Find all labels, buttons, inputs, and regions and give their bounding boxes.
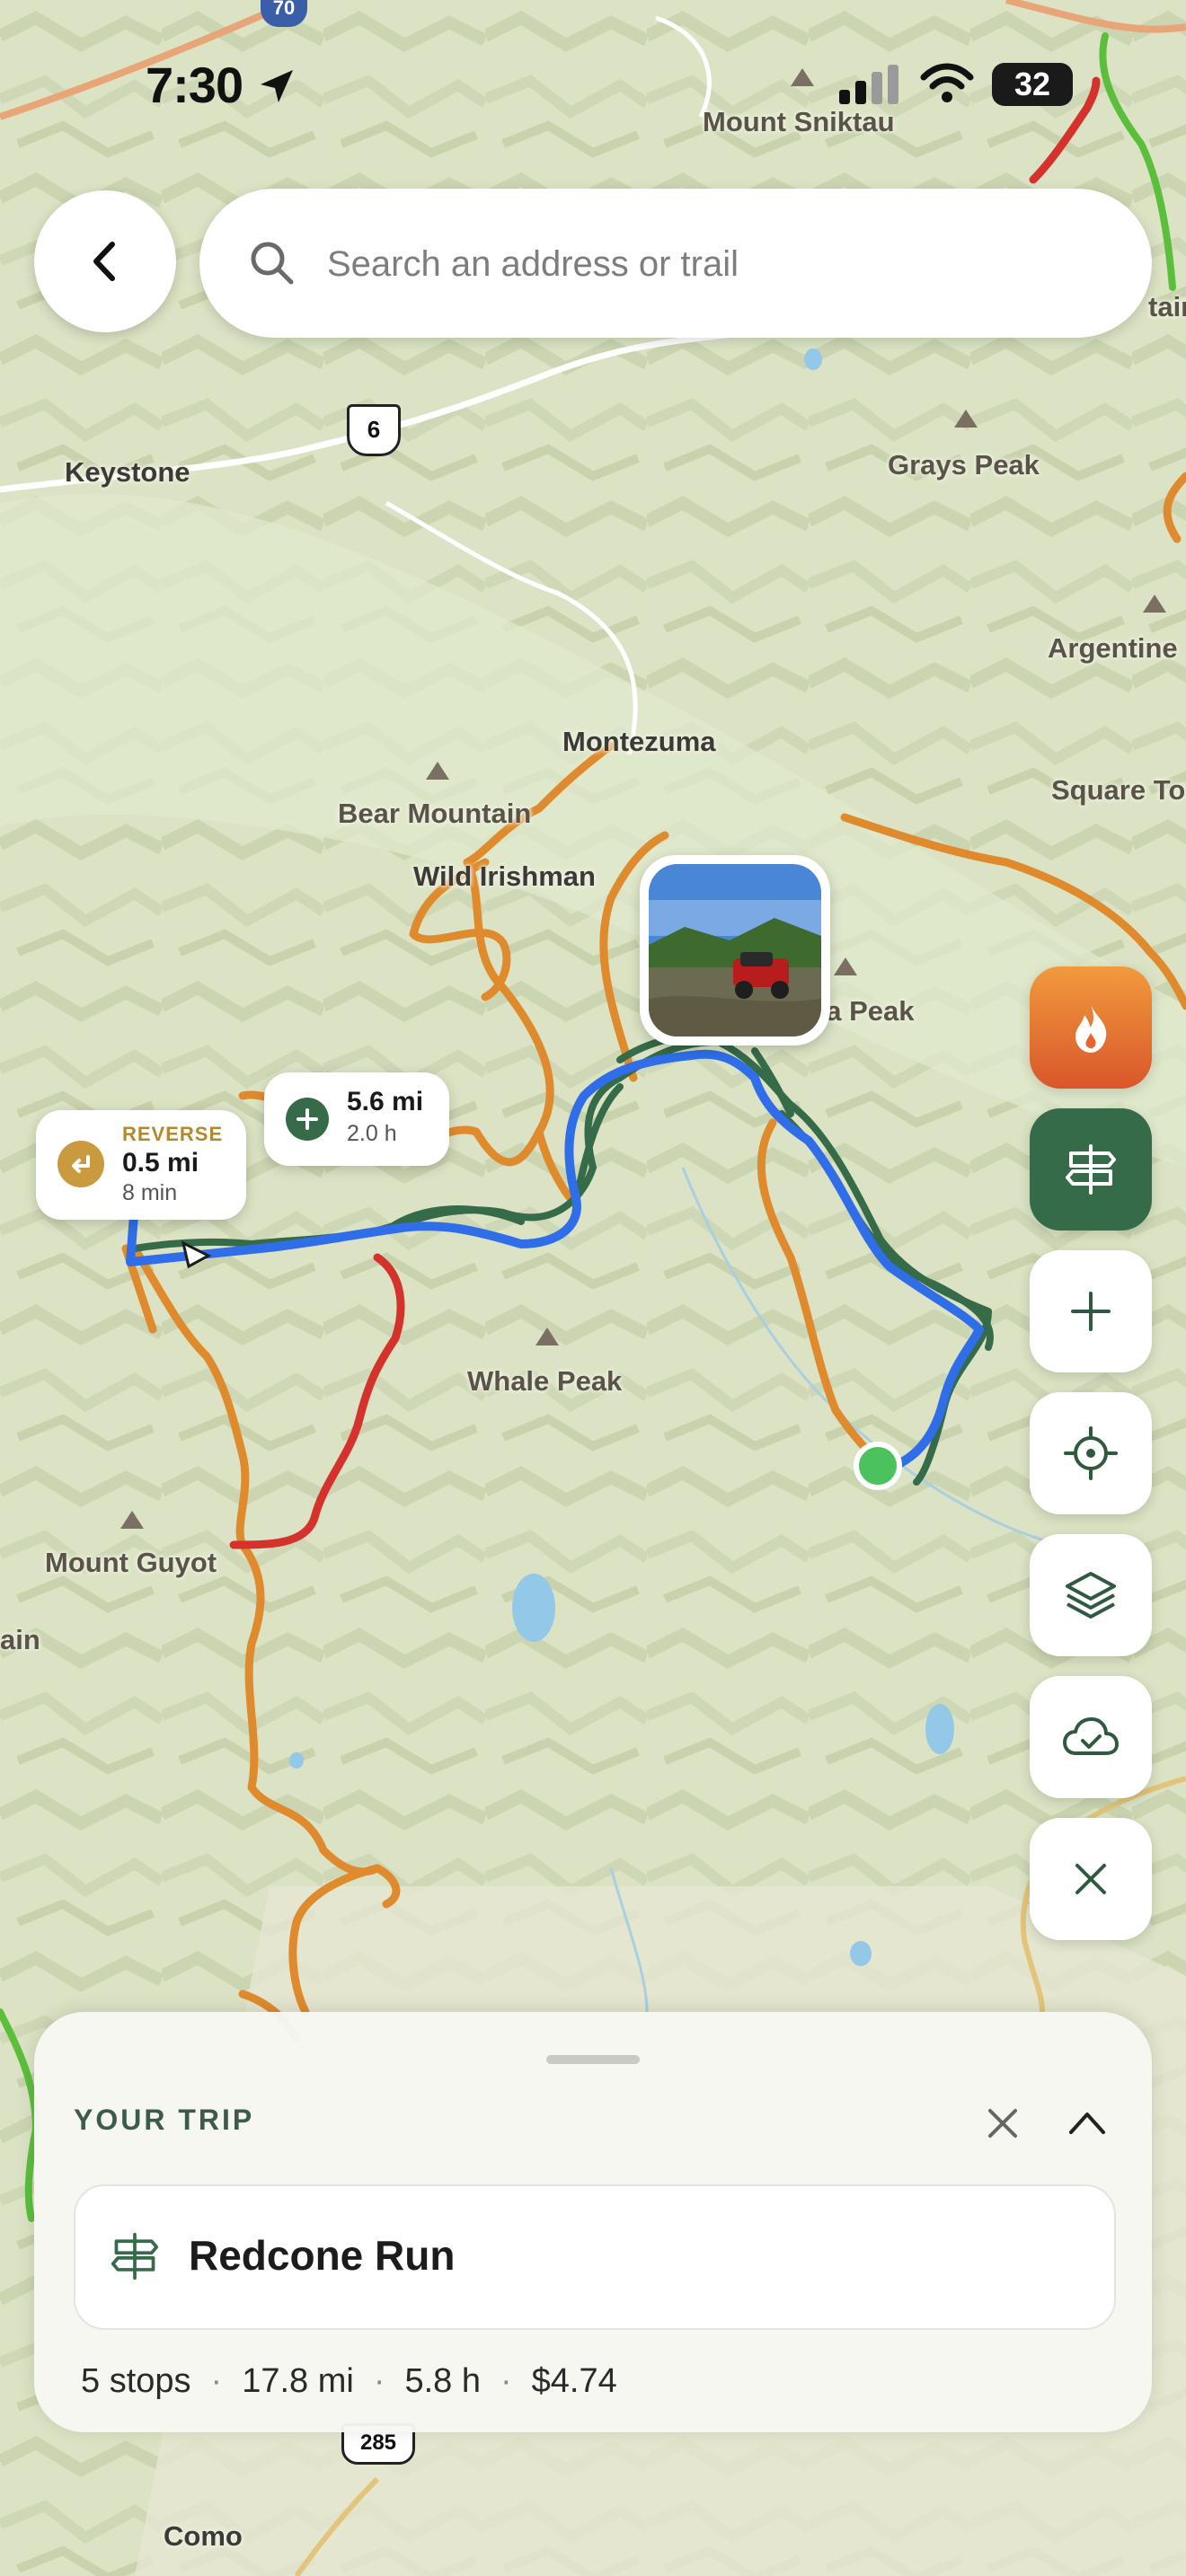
trip-stats: 5 stops · 17.8 mi · 5.8 h · $4.74	[81, 2362, 617, 2401]
plus-icon	[1071, 1292, 1111, 1331]
reverse-title: REVERSE	[122, 1123, 224, 1145]
trip-stops: 5 stops	[81, 2362, 191, 2400]
search-icon	[251, 242, 294, 285]
map-label-wild-irishman: Wild Irishman	[413, 860, 596, 892]
add-time: 2.0 h	[347, 1121, 397, 1146]
close-map-tools-button[interactable]	[1030, 1818, 1152, 1940]
back-button[interactable]	[34, 190, 176, 332]
map-label-argentine: Argentine	[1048, 632, 1178, 664]
peak-icon	[834, 957, 857, 975]
sheet-grabber[interactable]	[546, 2055, 640, 2064]
map-label-montezuma: Montezuma	[562, 726, 716, 757]
map-label-mount-guyot: Mount Guyot	[45, 1547, 217, 1578]
reverse-distance: 0.5 mi	[122, 1148, 199, 1178]
trip-card[interactable]: Redcone Run	[74, 2184, 1116, 2330]
map-label-square-top: Square To	[1051, 774, 1186, 806]
status-time: 7:30	[146, 57, 243, 113]
map-label-whale-peak: Whale Peak	[467, 1365, 623, 1397]
map-label-keystone: Keystone	[65, 456, 190, 488]
trip-distance: 17.8 mi	[242, 2362, 354, 2400]
trip-name: Redcone Run	[189, 2232, 456, 2279]
layers-icon	[1066, 1572, 1116, 1619]
chevron-left-icon	[93, 242, 115, 281]
trip-cost: $4.74	[531, 2362, 617, 2400]
trip-planner-button[interactable]	[1030, 1108, 1152, 1231]
add-segment-chip[interactable]: 5.6 mi 2.0 h	[264, 1072, 449, 1166]
map-label-bear-mountain: Bear Mountain	[338, 798, 532, 829]
peak-icon	[426, 762, 449, 780]
close-icon	[1075, 1864, 1106, 1894]
battery-indicator: 32	[992, 63, 1073, 106]
map-label-grays-peak: Grays Peak	[888, 449, 1040, 481]
trip-duration: 5.8 h	[404, 2362, 481, 2400]
wifi-icon	[920, 63, 974, 102]
close-icon[interactable]	[985, 2105, 1021, 2141]
search-bar[interactable]	[199, 189, 1152, 338]
cellular-signal-icon	[839, 65, 898, 104]
locate-button[interactable]	[1030, 1392, 1152, 1514]
peak-icon	[954, 410, 978, 428]
reverse-time: 8 min	[122, 1180, 178, 1205]
stat-separator: ·	[500, 2362, 512, 2400]
peak-icon	[535, 1328, 559, 1345]
layers-button[interactable]	[1030, 1534, 1152, 1656]
plus-icon	[286, 1098, 329, 1141]
trail-photo-image	[649, 864, 821, 1037]
stat-separator: ·	[210, 2362, 223, 2400]
trip-sheet[interactable]: YOUR TRIP Redcone Run 5 stops · 17.8 mi · 5.…	[34, 2012, 1152, 2432]
trip-label: YOUR TRIP	[74, 2104, 255, 2136]
search-input[interactable]	[325, 232, 1120, 296]
fire-layer-button[interactable]	[1030, 966, 1152, 1089]
map-label-ntain: tain	[1148, 291, 1186, 322]
trail-photo-marker[interactable]	[640, 855, 830, 1045]
crosshair-icon	[1064, 1426, 1118, 1480]
zoom-in-button[interactable]	[1030, 1250, 1152, 1372]
cloud-check-icon	[1063, 1717, 1119, 1755]
highway-number: 285	[359, 2430, 397, 2455]
battery-level: 32	[1013, 66, 1051, 102]
signpost-icon	[111, 2232, 159, 2280]
reverse-arrow-icon	[58, 1141, 104, 1187]
flame-icon	[1075, 1004, 1107, 1053]
location-arrow-icon	[261, 70, 293, 102]
reverse-route-chip[interactable]: REVERSE 0.5 mi 8 min	[36, 1110, 246, 1220]
offline-maps-button[interactable]	[1030, 1676, 1152, 1798]
peak-icon	[120, 1511, 144, 1529]
stat-separator: ·	[373, 2362, 385, 2400]
chevron-up-icon[interactable]	[1067, 2109, 1107, 2136]
add-distance: 5.6 mi	[347, 1087, 424, 1116]
map-label-como: Como	[164, 2520, 243, 2552]
status-bar: 7:30 32	[0, 0, 1186, 171]
map-label-ain: ain	[0, 1624, 40, 1655]
highway-number: 6	[367, 416, 381, 443]
signpost-icon	[1066, 1144, 1116, 1195]
highway-shield-us6: 6	[347, 404, 401, 456]
peak-icon	[1143, 595, 1166, 613]
